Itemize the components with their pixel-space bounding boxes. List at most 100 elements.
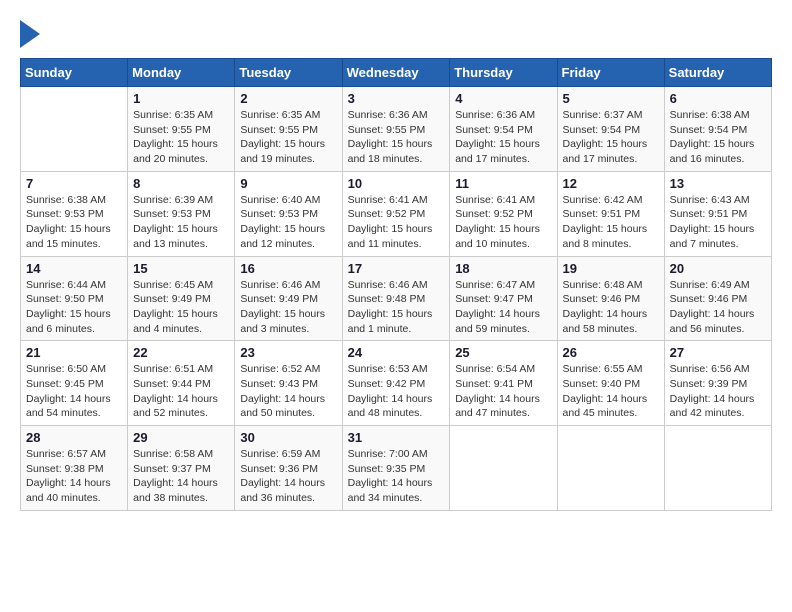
calendar-cell: 29Sunrise: 6:58 AM Sunset: 9:37 PM Dayli…: [128, 426, 235, 511]
calendar-cell: 10 Sunrise: 6:41 AM Sunset: 9:52 PM Dayli…: [342, 171, 450, 256]
calendar-cell: 18 Sunrise: 6:47 AM Sunset: 9:47 PM Dayli…: [450, 256, 557, 341]
weekday-header-saturday: Saturday: [664, 59, 771, 87]
day-number: 7: [26, 176, 122, 191]
weekday-header-thursday: Thursday: [450, 59, 557, 87]
day-info: Sunrise: 6:35 AM Sunset: 9:55 PM Dayligh…: [133, 108, 229, 167]
day-number: 5: [563, 91, 659, 106]
day-info: Sunrise: 6:38 AM Sunset: 9:53 PM Dayligh…: [26, 193, 122, 252]
day-info: Sunrise: 6:48 AM Sunset: 9:46 PM Dayligh…: [563, 278, 659, 337]
calendar-cell: 12 Sunrise: 6:42 AM Sunset: 9:51 PM Dayli…: [557, 171, 664, 256]
day-number: 10: [348, 176, 445, 191]
day-number: 21: [26, 345, 122, 360]
day-number: 11: [455, 176, 551, 191]
logo: [20, 20, 42, 48]
day-number: 14: [26, 261, 122, 276]
day-info: Sunrise: 6:50 AM Sunset: 9:45 PM Dayligh…: [26, 362, 122, 421]
day-number: 1: [133, 91, 229, 106]
day-info: Sunrise: 6:38 AM Sunset: 9:54 PM Dayligh…: [670, 108, 766, 167]
day-number: 15: [133, 261, 229, 276]
calendar-cell: [664, 426, 771, 511]
day-info: Sunrise: 6:53 AM Sunset: 9:42 PM Dayligh…: [348, 362, 445, 421]
calendar-cell: 9 Sunrise: 6:40 AM Sunset: 9:53 PM Daylig…: [235, 171, 342, 256]
calendar-cell: 14 Sunrise: 6:44 AM Sunset: 9:50 PM Dayli…: [21, 256, 128, 341]
day-info: Sunrise: 6:57 AM Sunset: 9:38 PM Dayligh…: [26, 447, 122, 506]
calendar-cell: 2 Sunrise: 6:35 AM Sunset: 9:55 PM Daylig…: [235, 87, 342, 172]
calendar-cell: 17 Sunrise: 6:46 AM Sunset: 9:48 PM Dayli…: [342, 256, 450, 341]
day-info: Sunrise: 6:39 AM Sunset: 9:53 PM Dayligh…: [133, 193, 229, 252]
day-number: 6: [670, 91, 766, 106]
calendar-cell: 30 Sunrise: 6:59 AM Sunset: 9:36 PM Dayli…: [235, 426, 342, 511]
day-info: Sunrise: 6:40 AM Sunset: 9:53 PM Dayligh…: [240, 193, 336, 252]
day-number: 28: [26, 430, 122, 445]
calendar-cell: 5 Sunrise: 6:37 AM Sunset: 9:54 PM Daylig…: [557, 87, 664, 172]
day-info: Sunrise: 6:43 AM Sunset: 9:51 PM Dayligh…: [670, 193, 766, 252]
day-number: 13: [670, 176, 766, 191]
day-number: 26: [563, 345, 659, 360]
day-info: Sunrise: 6:41 AM Sunset: 9:52 PM Dayligh…: [348, 193, 445, 252]
weekday-header-friday: Friday: [557, 59, 664, 87]
calendar-cell: 23 Sunrise: 6:52 AM Sunset: 9:43 PM Dayli…: [235, 341, 342, 426]
weekday-header-monday: Monday: [128, 59, 235, 87]
calendar-cell: 25 Sunrise: 6:54 AM Sunset: 9:41 PM Dayli…: [450, 341, 557, 426]
calendar-cell: 8Sunrise: 6:39 AM Sunset: 9:53 PM Daylig…: [128, 171, 235, 256]
day-info: Sunrise: 6:44 AM Sunset: 9:50 PM Dayligh…: [26, 278, 122, 337]
calendar-cell: 26 Sunrise: 6:55 AM Sunset: 9:40 PM Dayli…: [557, 341, 664, 426]
day-info: Sunrise: 6:54 AM Sunset: 9:41 PM Dayligh…: [455, 362, 551, 421]
day-number: 17: [348, 261, 445, 276]
day-info: Sunrise: 6:37 AM Sunset: 9:54 PM Dayligh…: [563, 108, 659, 167]
day-number: 23: [240, 345, 336, 360]
day-info: Sunrise: 6:46 AM Sunset: 9:49 PM Dayligh…: [240, 278, 336, 337]
weekday-header-sunday: Sunday: [21, 59, 128, 87]
calendar-cell: [450, 426, 557, 511]
day-number: 2: [240, 91, 336, 106]
day-info: Sunrise: 6:42 AM Sunset: 9:51 PM Dayligh…: [563, 193, 659, 252]
weekday-header-wednesday: Wednesday: [342, 59, 450, 87]
day-info: Sunrise: 6:52 AM Sunset: 9:43 PM Dayligh…: [240, 362, 336, 421]
day-info: Sunrise: 7:00 AM Sunset: 9:35 PM Dayligh…: [348, 447, 445, 506]
day-number: 4: [455, 91, 551, 106]
day-number: 18: [455, 261, 551, 276]
calendar-table: SundayMondayTuesdayWednesdayThursdayFrid…: [20, 58, 772, 511]
calendar-cell: [21, 87, 128, 172]
calendar-cell: [557, 426, 664, 511]
day-number: 12: [563, 176, 659, 191]
calendar-cell: 21 Sunrise: 6:50 AM Sunset: 9:45 PM Dayli…: [21, 341, 128, 426]
calendar-cell: 11Sunrise: 6:41 AM Sunset: 9:52 PM Dayli…: [450, 171, 557, 256]
calendar-cell: 31 Sunrise: 7:00 AM Sunset: 9:35 PM Dayli…: [342, 426, 450, 511]
calendar-cell: 3 Sunrise: 6:36 AM Sunset: 9:55 PM Daylig…: [342, 87, 450, 172]
day-number: 3: [348, 91, 445, 106]
day-number: 24: [348, 345, 445, 360]
day-number: 30: [240, 430, 336, 445]
calendar-cell: 15 Sunrise: 6:45 AM Sunset: 9:49 PM Dayli…: [128, 256, 235, 341]
day-number: 19: [563, 261, 659, 276]
day-info: Sunrise: 6:56 AM Sunset: 9:39 PM Dayligh…: [670, 362, 766, 421]
day-info: Sunrise: 6:46 AM Sunset: 9:48 PM Dayligh…: [348, 278, 445, 337]
day-info: Sunrise: 6:58 AM Sunset: 9:37 PM Dayligh…: [133, 447, 229, 506]
day-info: Sunrise: 6:36 AM Sunset: 9:54 PM Dayligh…: [455, 108, 551, 167]
day-number: 31: [348, 430, 445, 445]
day-info: Sunrise: 6:55 AM Sunset: 9:40 PM Dayligh…: [563, 362, 659, 421]
calendar-cell: 22Sunrise: 6:51 AM Sunset: 9:44 PM Dayli…: [128, 341, 235, 426]
calendar-cell: 28 Sunrise: 6:57 AM Sunset: 9:38 PM Dayli…: [21, 426, 128, 511]
calendar-cell: 19 Sunrise: 6:48 AM Sunset: 9:46 PM Dayli…: [557, 256, 664, 341]
day-number: 25: [455, 345, 551, 360]
calendar-cell: 16 Sunrise: 6:46 AM Sunset: 9:49 PM Dayli…: [235, 256, 342, 341]
day-number: 27: [670, 345, 766, 360]
day-info: Sunrise: 6:35 AM Sunset: 9:55 PM Dayligh…: [240, 108, 336, 167]
day-info: Sunrise: 6:36 AM Sunset: 9:55 PM Dayligh…: [348, 108, 445, 167]
day-number: 22: [133, 345, 229, 360]
calendar-cell: 6 Sunrise: 6:38 AM Sunset: 9:54 PM Daylig…: [664, 87, 771, 172]
day-info: Sunrise: 6:47 AM Sunset: 9:47 PM Dayligh…: [455, 278, 551, 337]
calendar-cell: 27 Sunrise: 6:56 AM Sunset: 9:39 PM Dayli…: [664, 341, 771, 426]
day-info: Sunrise: 6:59 AM Sunset: 9:36 PM Dayligh…: [240, 447, 336, 506]
calendar-cell: 1 Sunrise: 6:35 AM Sunset: 9:55 PM Daylig…: [128, 87, 235, 172]
day-number: 20: [670, 261, 766, 276]
calendar-cell: 7 Sunrise: 6:38 AM Sunset: 9:53 PM Daylig…: [21, 171, 128, 256]
calendar-cell: 4 Sunrise: 6:36 AM Sunset: 9:54 PM Daylig…: [450, 87, 557, 172]
day-number: 16: [240, 261, 336, 276]
calendar-cell: 24 Sunrise: 6:53 AM Sunset: 9:42 PM Dayli…: [342, 341, 450, 426]
calendar-cell: 20 Sunrise: 6:49 AM Sunset: 9:46 PM Dayli…: [664, 256, 771, 341]
day-info: Sunrise: 6:45 AM Sunset: 9:49 PM Dayligh…: [133, 278, 229, 337]
day-number: 9: [240, 176, 336, 191]
day-info: Sunrise: 6:49 AM Sunset: 9:46 PM Dayligh…: [670, 278, 766, 337]
